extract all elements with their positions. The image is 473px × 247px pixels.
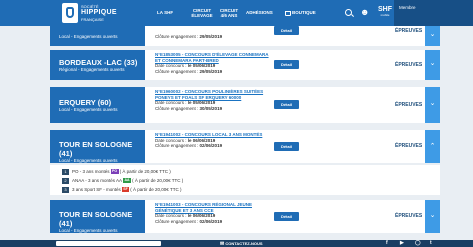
member-label: Membre <box>399 5 416 10</box>
epreuves-list: 1 PO - 3 ans montés PO ( À partir de 20,… <box>50 165 440 195</box>
shf-mobile-link[interactable]: SHF mobile <box>378 6 392 17</box>
logo-emblem-icon <box>62 3 78 23</box>
epreuves-button[interactable]: ÉPREUVES <box>395 143 422 149</box>
chevron-down-icon[interactable]: ⌄ <box>425 50 440 80</box>
newsletter-input[interactable] <box>56 241 161 246</box>
event-row: BORDEAUX -LAC (33) Régional - Engagement… <box>50 50 440 80</box>
event-competition-link[interactable]: N°E1960002 - CONCOURS POULINIÈRES SUITÉE… <box>155 89 270 100</box>
event-row: ERQUERY (60) Local - Engagements ouverts… <box>50 87 440 123</box>
detail-button[interactable]: Détail <box>274 26 299 35</box>
twitter-icon[interactable]: t <box>430 240 432 247</box>
event-status: Local - Engagements ouverts <box>59 34 118 39</box>
shf-label: SHF <box>378 6 392 13</box>
event-city: ERQUERY (60) <box>59 98 112 107</box>
detail-button[interactable]: Détail <box>274 100 299 109</box>
nav-boutique[interactable]: BOUTIQUE <box>285 0 316 26</box>
event-status: Local - Engagements ouverts <box>59 158 118 163</box>
event-closing-date: Clôture engagement : 29/05/2019 <box>155 68 223 74</box>
event-closing-date: Clôture engagement : 02/06/2019 <box>155 143 223 148</box>
logo-line3: FRANÇAISE <box>81 17 104 22</box>
event-status: Local - Engagements ouverts <box>59 107 118 112</box>
footer: ✉ CONTACTEZ-NOUS f ▶ ◯ t <box>0 240 473 247</box>
chevron-down-icon[interactable]: ⌄ <box>425 200 440 233</box>
breed-badge: AA <box>123 178 132 183</box>
event-competition-link[interactable]: N°E1853005 - CONCOURS D'ÉLEVAGE CONNEMAR… <box>155 52 270 63</box>
event-row: TOUR EN SOLOGNE (41) Local - Engagements… <box>50 130 440 163</box>
event-status: Local - Engagements ouverts <box>59 228 118 233</box>
contact-link[interactable]: ✉ CONTACTEZ-NOUS <box>220 240 263 247</box>
event-city: TOUR EN SOLOGNE (41) <box>59 140 133 158</box>
epreuves-button[interactable]: ÉPREUVES <box>395 62 422 68</box>
chevron-down-icon[interactable]: ⌄ <box>425 26 440 46</box>
event-closing-date: Clôture engagement : 02/06/2019 <box>155 218 223 224</box>
top-header: SOCIÉTÉ HIPPIQUE FRANÇAISE LA SHF CIRCUI… <box>0 0 473 26</box>
instagram-icon[interactable]: ◯ <box>415 240 421 247</box>
event-competition-link[interactable]: N°E1941003 - CONCOURS RÉGIONAL JEUNE GÉN… <box>155 202 270 213</box>
nav-circuit-elevage[interactable]: CIRCUIT ÉLEVAGE <box>190 0 214 26</box>
youtube-icon[interactable]: ▶ <box>400 240 404 247</box>
nav-circuit-4-6-ans[interactable]: CIRCUIT 4/6 ANS <box>219 0 239 26</box>
nav-adhesions[interactable]: ADHÉSIONS <box>246 0 273 26</box>
epreuve-item[interactable]: 2 ANAA - 3 ans montés AA AA ( À partir d… <box>62 177 183 184</box>
facebook-icon[interactable]: f <box>386 240 388 247</box>
detail-button[interactable]: Détail <box>274 60 299 69</box>
user-icon[interactable]: ☻ <box>360 7 370 17</box>
shf-logo[interactable]: SOCIÉTÉ HIPPIQUE FRANÇAISE <box>62 3 124 23</box>
chevron-down-icon[interactable]: ⌄ <box>425 87 440 123</box>
epreuves-button[interactable]: ÉPREUVES <box>395 28 422 34</box>
detail-button[interactable]: Détail <box>274 142 299 151</box>
event-row: TOUR EN SOLOGNE (41) Local - Engagements… <box>50 200 440 233</box>
event-status: Régional - Engagements ouverts <box>59 67 125 72</box>
nav-boutique-label: BOUTIQUE <box>292 10 316 16</box>
detail-button[interactable]: Détail <box>274 212 299 221</box>
breed-badge: PO <box>110 169 119 174</box>
chevron-up-icon[interactable]: ⌃ <box>425 130 440 163</box>
member-area[interactable]: Membre <box>394 0 473 26</box>
epreuves-button[interactable]: ÉPREUVES <box>395 213 422 219</box>
logo-line2: HIPPIQUE <box>81 9 117 16</box>
event-row: Local - Engagements ouverts Clôture enga… <box>50 26 440 46</box>
nav-la-shf[interactable]: LA SHF <box>157 0 173 26</box>
event-closing-date: Clôture engagement : 29/05/2019 <box>155 34 223 39</box>
event-closing-date: Clôture engagement : 30/05/2019 <box>155 105 223 111</box>
epreuve-item[interactable]: 3 3 ans Sport SF - montés SF ( À partir … <box>62 186 181 193</box>
search-icon[interactable] <box>345 9 352 16</box>
event-city: BORDEAUX -LAC (33) <box>59 58 138 67</box>
epreuve-item[interactable]: 1 PO - 3 ans montés PO ( À partir de 20,… <box>62 168 171 175</box>
epreuves-button[interactable]: ÉPREUVES <box>395 102 422 108</box>
shop-icon <box>285 10 291 16</box>
shf-sub-label: mobile <box>380 13 390 17</box>
event-city: TOUR EN SOLOGNE (41) <box>59 210 133 228</box>
breed-badge: SF <box>121 187 130 192</box>
